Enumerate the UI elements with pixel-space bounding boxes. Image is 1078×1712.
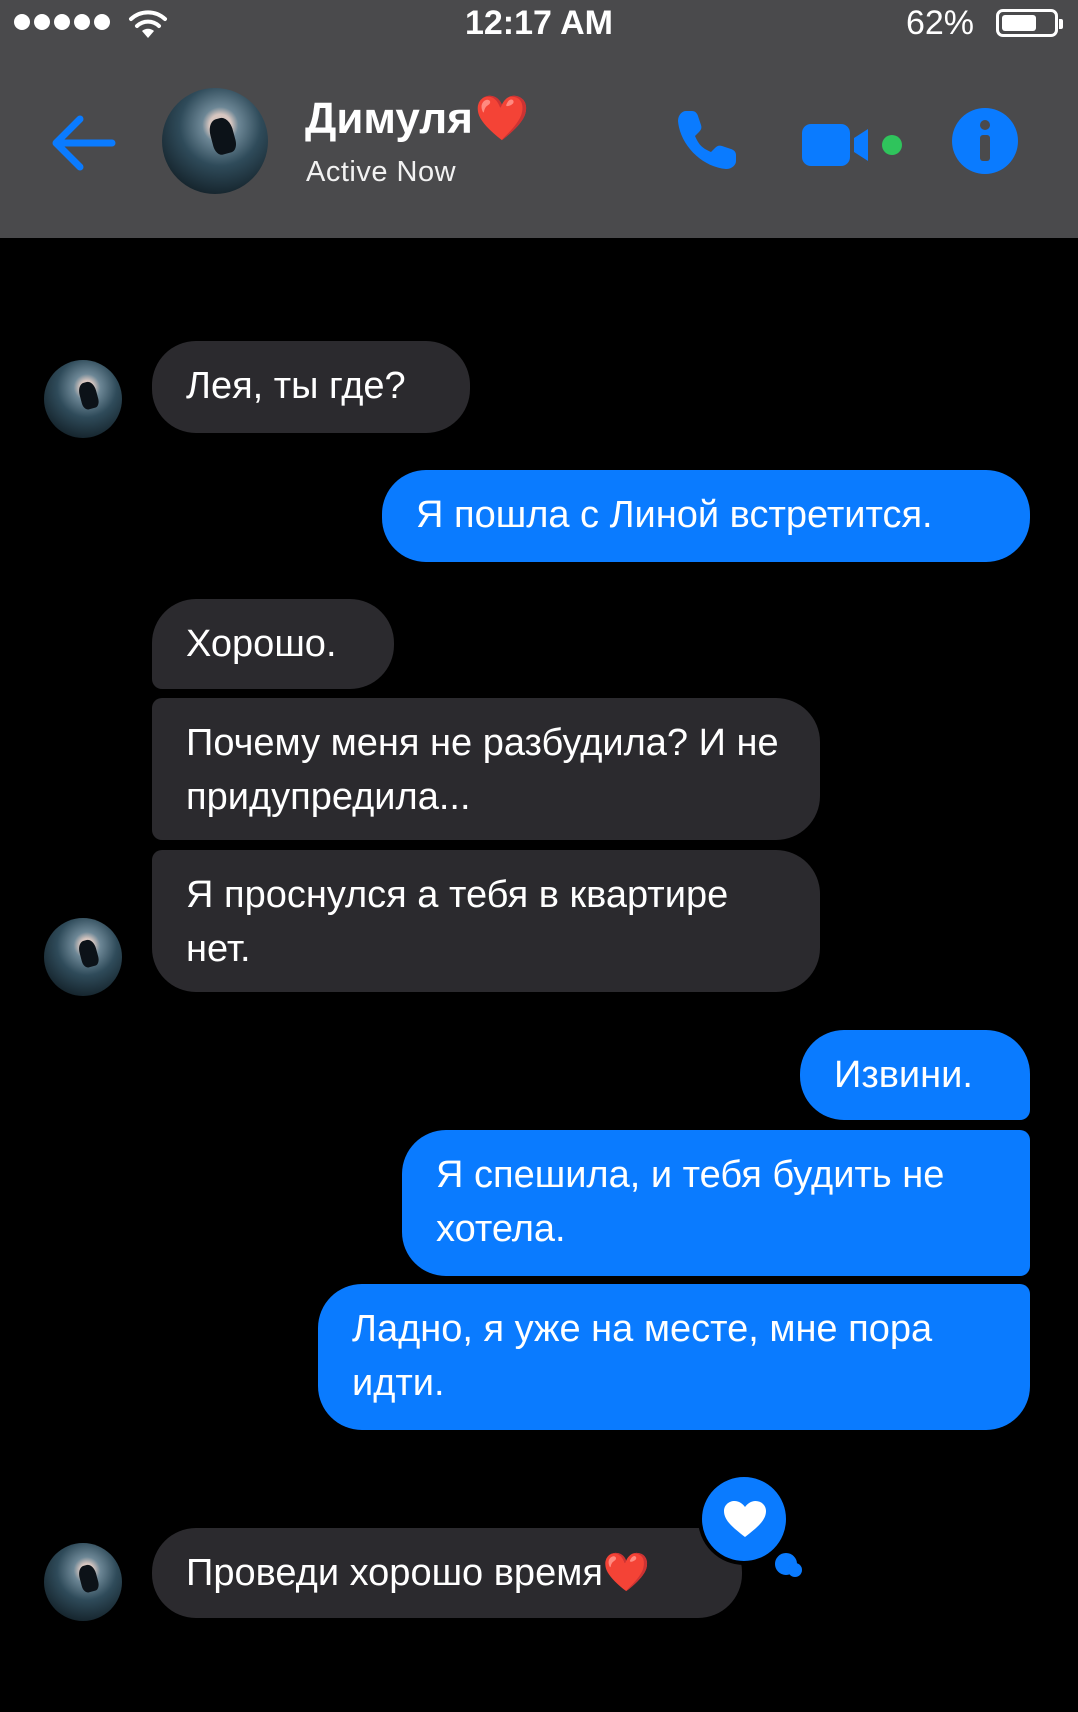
heart-emoji: ❤️: [602, 1552, 651, 1594]
contact-name[interactable]: Димуля❤️: [305, 92, 530, 144]
sender-avatar[interactable]: [44, 918, 122, 996]
message-bubble-outgoing[interactable]: Я спешила, и тебя будить не хотела.: [402, 1130, 1030, 1276]
active-status-dot: [882, 135, 902, 155]
contact-status: Active Now: [306, 156, 457, 188]
heart-emoji: ❤️: [474, 94, 530, 143]
phone-icon[interactable]: [672, 105, 742, 175]
status-bar: 12:17 AM 62%: [0, 0, 1078, 50]
message-text: Проведи хорошо время: [186, 1552, 603, 1594]
video-camera-icon[interactable]: [800, 120, 910, 170]
heart-icon: [724, 1501, 766, 1537]
message-bubble-incoming[interactable]: Лея, ты где?: [152, 341, 470, 433]
contact-name-text: Димуля: [305, 94, 473, 143]
battery-percent: 62%: [905, 4, 974, 42]
sender-avatar[interactable]: [44, 1543, 122, 1621]
message-bubble-outgoing[interactable]: Ладно, я уже на месте, мне пора идти.: [318, 1284, 1030, 1430]
message-bubble-outgoing[interactable]: Извини.: [800, 1030, 1030, 1120]
back-arrow-icon[interactable]: [48, 108, 118, 178]
info-icon[interactable]: [950, 106, 1020, 176]
chat-header: Димуля❤️ Active Now: [0, 50, 1078, 238]
message-bubble-incoming[interactable]: Почему меня не разбудила? И не придупред…: [152, 698, 820, 840]
message-bubble-outgoing[interactable]: Я пошла с Линой встретится.: [382, 470, 1030, 562]
message-bubble-incoming[interactable]: Хорошо.: [152, 599, 394, 689]
message-bubble-incoming[interactable]: Проведи хорошо время❤️: [152, 1528, 742, 1618]
battery-icon: [996, 9, 1063, 37]
sender-avatar[interactable]: [44, 360, 122, 438]
heart-reaction-badge[interactable]: [698, 1473, 790, 1565]
message-bubble-incoming[interactable]: Я проснулся а тебя в квартире нет.: [152, 850, 820, 992]
reaction-bubble-tail: [788, 1563, 802, 1577]
contact-avatar[interactable]: [162, 88, 268, 194]
